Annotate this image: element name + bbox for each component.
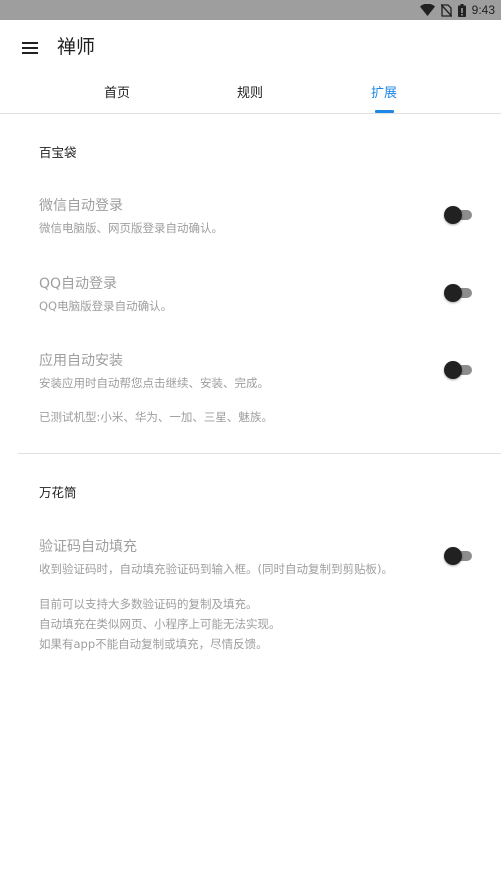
status-bar: 9:43: [0, 0, 501, 20]
app-title: 禅师: [57, 36, 96, 58]
status-time: 9:43: [471, 3, 495, 17]
battery-icon: [457, 3, 466, 17]
tested-devices-note: 已测试机型:小米、华为、一加、三星、魅族。: [39, 410, 273, 424]
tab-bar: 首页 规则 扩展: [0, 76, 501, 114]
note-line: 目前可以支持大多数验证码的复制及填充。: [39, 597, 258, 611]
no-sim-icon: [440, 3, 452, 17]
tab-home[interactable]: 首页: [57, 76, 177, 113]
setting-description: QQ电脑版登录自动确认。: [39, 299, 173, 313]
status-icons: 9:43: [419, 2, 495, 18]
sms-code-autofill-toggle[interactable]: [442, 546, 474, 566]
section-divider: [18, 453, 501, 454]
toggle-thumb: [444, 206, 462, 224]
tab-extensions[interactable]: 扩展: [324, 76, 444, 113]
setting-description: 收到验证码时，自动填充验证码到输入框。(同时自动复制到剪贴板)。: [39, 562, 393, 576]
setting-description: 安装应用时自动帮您点击继续、安装、完成。: [39, 376, 269, 390]
setting-title[interactable]: 微信自动登录: [39, 195, 123, 215]
setting-description: 微信电脑版、网页版登录自动确认。: [39, 221, 223, 235]
toggle-thumb: [444, 361, 462, 379]
app-bar: 禅师: [0, 20, 501, 76]
wifi-icon: [419, 4, 435, 16]
section-title: 万花筒: [39, 485, 77, 500]
setting-title[interactable]: 验证码自动填充: [39, 536, 137, 556]
setting-title[interactable]: 应用自动安装: [39, 350, 123, 370]
note-line: 如果有app不能自动复制或填充，尽情反馈。: [39, 637, 268, 651]
toggle-thumb: [444, 547, 462, 565]
toggle-thumb: [444, 284, 462, 302]
tab-indicator: [375, 110, 394, 113]
tab-rules[interactable]: 规则: [190, 76, 310, 113]
note-line: 自动填充在类似网页、小程序上可能无法实现。: [39, 617, 281, 631]
section-title: 百宝袋: [39, 145, 77, 160]
auto-install-toggle[interactable]: [442, 360, 474, 380]
menu-icon[interactable]: [20, 38, 40, 58]
wechat-login-toggle[interactable]: [442, 205, 474, 225]
qq-login-toggle[interactable]: [442, 283, 474, 303]
setting-title[interactable]: QQ自动登录: [39, 273, 117, 293]
